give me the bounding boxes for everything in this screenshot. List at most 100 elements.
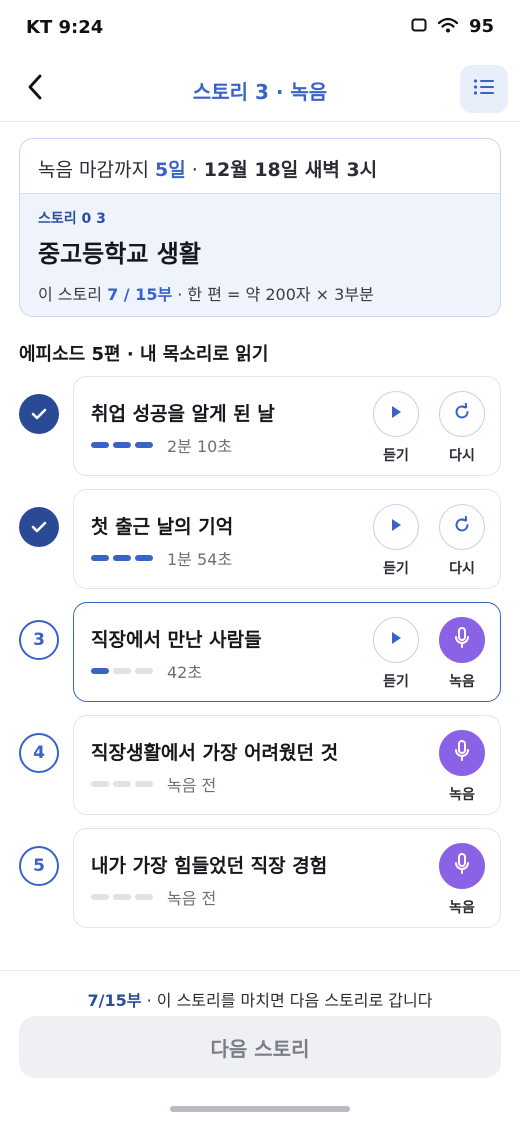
episode-number-marker: 3	[19, 620, 59, 660]
episode-status: 녹음 전	[167, 889, 217, 908]
part-dash	[113, 555, 131, 561]
story-title: 중고등학교 생활	[38, 240, 201, 268]
home-indicator	[170, 1106, 350, 1112]
completed-marker	[19, 394, 59, 434]
episode-card[interactable]: 직장에서 만난 사람들 42초 듣기 녹음	[73, 602, 501, 702]
record-label: 녹음	[449, 787, 475, 803]
episode-progress: 녹음 전	[91, 772, 216, 796]
screen-record-icon	[411, 17, 427, 36]
episode-title: 직장생활에서 가장 어려웠던 것	[91, 742, 339, 764]
deadline-prefix: 녹음 마감까지	[38, 159, 155, 181]
episode-row: 4 직장생활에서 가장 어려웠던 것 녹음 전 녹음	[0, 715, 520, 815]
footer-progress: 7/15부	[87, 991, 142, 1010]
play-icon	[389, 404, 403, 424]
part-dash	[135, 555, 153, 561]
episode-card[interactable]: 첫 출근 날의 기억 1분 54초 듣기 다시	[73, 489, 501, 589]
episode-card[interactable]: 내가 가장 힘들었던 직장 경험 녹음 전 녹음	[73, 828, 501, 928]
part-dash	[91, 668, 109, 674]
part-dash	[135, 781, 153, 787]
episode-card[interactable]: 취업 성공을 알게 된 날 2분 10초 듣기 다시	[73, 376, 501, 476]
meta-prefix: 이 스토리	[38, 285, 108, 304]
record-button[interactable]: 녹음	[438, 730, 486, 804]
listen-button[interactable]: 듣기	[372, 504, 420, 578]
episode-row: 첫 출근 날의 기억 1분 54초 듣기 다시	[0, 489, 520, 589]
part-dash	[113, 668, 131, 674]
record-label: 녹음	[449, 900, 475, 916]
listen-button[interactable]: 듣기	[372, 617, 420, 691]
episode-number-marker: 5	[19, 846, 59, 886]
part-dash	[91, 781, 109, 787]
footer-note-text: · 이 스토리를 마치면 다음 스토리로 갑니다	[141, 991, 433, 1010]
episode-progress: 42초	[91, 659, 202, 683]
episode-row: 5 내가 가장 힘들었던 직장 경험 녹음 전 녹음	[0, 828, 520, 928]
episode-number-marker: 4	[19, 733, 59, 773]
story-info-card: 녹음 마감까지 5일 · 12월 18일 새벽 3시 스토리 0 3 중고등학교…	[19, 138, 501, 317]
listen-button[interactable]: 듣기	[372, 391, 420, 465]
part-dash	[91, 894, 109, 900]
episode-progress: 1분 54초	[91, 546, 232, 570]
episode-card[interactable]: 직장생활에서 가장 어려웠던 것 녹음 전 녹음	[73, 715, 501, 815]
episode-row: 3 직장에서 만난 사람들 42초 듣기 녹음	[0, 602, 520, 702]
redo-button[interactable]: 다시	[438, 504, 486, 578]
next-story-button[interactable]: 다음 스토리	[19, 1016, 501, 1078]
part-dash	[91, 442, 109, 448]
part-dash	[135, 668, 153, 674]
footer: 7/15부 · 이 스토리를 마치면 다음 스토리로 갑니다 다음 스토리	[0, 970, 520, 1127]
play-icon	[389, 630, 403, 650]
story-tag: 스토리 0 3	[38, 211, 106, 227]
play-icon	[389, 517, 403, 537]
episode-title: 취업 성공을 알게 된 날	[91, 403, 275, 425]
record-label: 녹음	[449, 674, 475, 690]
episode-row: 취업 성공을 알게 된 날 2분 10초 듣기 다시	[0, 376, 520, 476]
refresh-icon	[453, 402, 471, 425]
part-dash	[113, 781, 131, 787]
story-meta: 이 스토리 7 / 15부 · 한 편 = 약 200자 × 3부분	[38, 281, 482, 305]
episode-progress: 2분 10초	[91, 433, 232, 457]
navigation-bar: 스토리 3 · 녹음	[0, 56, 520, 122]
episode-title: 내가 가장 힘들었던 직장 경험	[91, 855, 328, 877]
story-summary: 스토리 0 3 중고등학교 생활 이 스토리 7 / 15부 · 한 편 = 약…	[20, 194, 500, 316]
list-icon	[473, 78, 495, 100]
episode-duration: 42초	[167, 663, 203, 682]
meta-suffix: · 한 편 = 약 200자 × 3부분	[172, 285, 374, 304]
wifi-icon	[437, 17, 459, 37]
footer-note: 7/15부 · 이 스토리를 마치면 다음 스토리로 갑니다	[0, 987, 520, 1011]
part-dash	[135, 894, 153, 900]
check-icon	[31, 405, 47, 424]
episode-title: 첫 출근 날의 기억	[91, 516, 234, 538]
completed-marker	[19, 507, 59, 547]
microphone-icon	[454, 627, 470, 653]
deadline-date: 12월 18일 새벽 3시	[203, 159, 378, 181]
battery-level: 95	[468, 16, 494, 37]
deadline-separator: ·	[185, 159, 204, 181]
episode-status: 녹음 전	[167, 776, 217, 795]
redo-label: 다시	[449, 561, 475, 577]
redo-label: 다시	[449, 448, 475, 464]
part-dash	[91, 555, 109, 561]
page-title: 스토리 3 · 녹음	[192, 80, 328, 104]
episode-duration: 1분 54초	[167, 550, 233, 569]
section-title: 에피소드 5편 · 내 목소리로 읽기	[19, 344, 269, 365]
episode-list-button[interactable]	[460, 65, 508, 113]
meta-progress: 7 / 15부	[107, 285, 173, 304]
microphone-icon	[454, 853, 470, 879]
part-dash	[113, 442, 131, 448]
status-bar: KT 9:24 95	[0, 0, 520, 56]
episode-title: 직장에서 만난 사람들	[91, 629, 262, 651]
record-button[interactable]: 녹음	[438, 843, 486, 917]
carrier-time: KT 9:24	[26, 17, 104, 38]
listen-label: 듣기	[383, 561, 409, 577]
episode-progress: 녹음 전	[91, 885, 216, 909]
refresh-icon	[453, 515, 471, 538]
part-dash	[135, 442, 153, 448]
check-icon	[31, 518, 47, 537]
deadline-row: 녹음 마감까지 5일 · 12월 18일 새벽 3시	[20, 139, 500, 194]
deadline-days: 5일	[154, 159, 186, 181]
redo-button[interactable]: 다시	[438, 391, 486, 465]
microphone-icon	[454, 740, 470, 766]
listen-label: 듣기	[383, 674, 409, 690]
record-button[interactable]: 녹음	[438, 617, 486, 691]
part-dash	[113, 894, 131, 900]
listen-label: 듣기	[383, 448, 409, 464]
episode-duration: 2분 10초	[167, 437, 233, 456]
